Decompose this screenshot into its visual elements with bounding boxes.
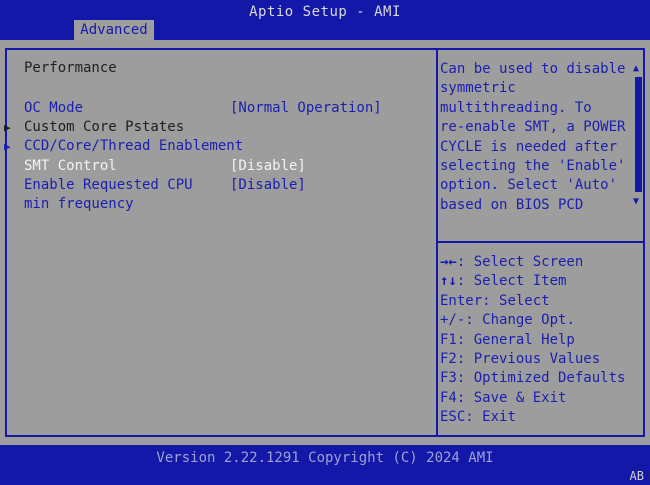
submenu-arrow-icon: ▶ <box>4 140 11 153</box>
submenu-ccd-core-thread-enablement[interactable]: ▶ CCD/Core/Thread Enablement <box>4 137 434 156</box>
key-legend-item: F3: Optimized Defaults <box>440 369 640 388</box>
setting-value[interactable]: [Normal Operation] <box>230 99 382 118</box>
key-desc: : Select Screen <box>456 254 584 270</box>
key-name: F1 <box>440 331 457 348</box>
footer-bar: Version 2.22.1291 Copyright (C) 2024 AMI… <box>0 445 650 485</box>
key-legend-item: ↑↓: Select Item <box>440 272 640 291</box>
tab-advanced[interactable]: Advanced <box>74 20 154 40</box>
setting-label-continuation: min frequency <box>8 195 434 214</box>
help-divider <box>438 241 645 243</box>
corner-label: AB <box>629 469 644 483</box>
key-name: ↑↓ <box>440 273 457 290</box>
key-name: ESC <box>440 409 466 426</box>
setting-smt-control[interactable]: SMT Control [Disable] <box>8 157 434 176</box>
scroll-up-icon[interactable]: ▲ <box>633 63 639 74</box>
help-line: symmetric <box>440 80 516 97</box>
key-desc: : Change Opt. <box>465 312 575 329</box>
key-desc: : Exit <box>465 409 516 426</box>
submenu-custom-core-pstates[interactable]: ▶ Custom Core Pstates <box>4 118 434 137</box>
help-line: option. Select 'Auto' <box>440 177 618 194</box>
help-line: selecting the 'Enable' <box>440 157 626 174</box>
app-title: Aptio Setup - AMI <box>249 4 401 20</box>
key-legend-item: +/-: Change Opt. <box>440 311 640 330</box>
setting-label: Custom Core Pstates <box>24 119 185 135</box>
help-line: based on BIOS PCD <box>440 196 584 213</box>
key-name: F3 <box>440 370 457 387</box>
key-legend-item: ESC: Exit <box>440 408 640 427</box>
setting-label: OC Mode <box>24 100 84 116</box>
help-text: Can be used to disable symmetric multith… <box>440 60 630 215</box>
help-scrollbar-thumb[interactable] <box>635 77 642 192</box>
submenu-arrow-icon: ▶ <box>4 121 11 134</box>
key-legend-item: F2: Previous Values <box>440 350 640 369</box>
key-desc: : Select Item <box>456 273 567 290</box>
setting-enable-requested-cpu[interactable]: Enable Requested CPU [Disable] <box>8 176 434 195</box>
setting-value[interactable]: [Disable] <box>230 157 306 176</box>
key-desc: : Previous Values <box>456 350 601 367</box>
key-desc: : General Help <box>456 331 575 348</box>
key-name: →← <box>440 254 457 270</box>
key-legend-item: Enter: Select <box>440 292 640 311</box>
section-title: Performance <box>24 60 117 76</box>
setting-label: Enable Requested CPU <box>24 177 193 193</box>
key-name: F4 <box>440 389 457 406</box>
title-bar: Aptio Setup - AMI Advanced <box>0 0 650 40</box>
key-name: F2 <box>440 350 457 367</box>
setting-value[interactable]: [Disable] <box>230 176 306 195</box>
key-legend-item: F1: General Help <box>440 331 640 350</box>
setting-label: CCD/Core/Thread Enablement <box>24 138 244 154</box>
key-legend: →←: Select Screen ↑↓: Select Item Enter:… <box>440 253 640 428</box>
key-name: +/- <box>440 312 466 329</box>
main-panel: Performance OC Mode [Normal Operation] ▶… <box>0 40 650 445</box>
key-desc: : Optimized Defaults <box>456 370 626 387</box>
setting-oc-mode[interactable]: OC Mode [Normal Operation] <box>8 99 434 118</box>
key-desc: : Select <box>482 292 550 309</box>
help-line: Can be used to disable <box>440 61 626 77</box>
version-text: Version 2.22.1291 Copyright (C) 2024 AMI <box>156 450 494 466</box>
setting-label: SMT Control <box>24 158 117 174</box>
key-name: Enter <box>440 292 483 309</box>
help-line: re-enable SMT, a POWER <box>440 119 626 136</box>
setting-label: min frequency <box>24 196 134 212</box>
key-desc: : Save & Exit <box>456 389 567 406</box>
key-legend-item: →←: Select Screen <box>440 253 640 272</box>
help-line: multithreading. To <box>440 99 592 116</box>
help-line: CYCLE is needed after <box>440 138 618 155</box>
key-legend-item: F4: Save & Exit <box>440 389 640 408</box>
scroll-down-icon[interactable]: ▼ <box>633 196 639 207</box>
